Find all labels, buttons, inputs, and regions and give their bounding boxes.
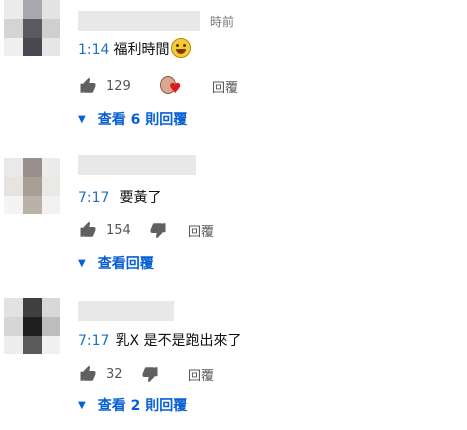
comment-actions: 32 回覆 [78,362,214,386]
comment-body: 要黃了 [119,190,162,206]
comment-author [78,152,206,178]
view-replies-label: 查看回覆 [97,256,154,272]
comment-author [78,298,184,324]
comment-actions: 154 回覆 [78,218,214,242]
author-name[interactable] [78,301,174,321]
comment-thread-3: 7:17 乳X 是不是跑出來了 32 回覆 ▼ 查看 2 則回覆 [0,290,467,430]
comment-text: 7:17 乳X 是不是跑出來了 [78,330,242,350]
caret-down-icon: ▼ [78,257,86,269]
author-name[interactable] [78,155,196,175]
caret-down-icon: ▼ [78,113,86,125]
like-count: 154 [106,222,131,238]
grinning-face-emoji [171,38,192,58]
view-replies-button[interactable]: ▼ 查看 6 則回覆 [78,108,187,130]
caret-down-icon: ▼ [78,399,86,411]
creator-heart-icon: ♥ [160,76,182,96]
view-replies-button[interactable]: ▼ 查看回覆 [78,252,154,274]
thumbs-up-icon[interactable] [78,220,98,240]
comment-body: 乳X 是不是跑出來了 [115,333,242,349]
thumbs-up-icon[interactable] [78,76,98,96]
comment-actions: 129 ♥ 回覆 [78,74,238,98]
comment-text: 1:14 福利時間 [78,38,192,59]
comment-body: 福利時間 [113,42,170,58]
thumbs-down-icon[interactable] [140,364,160,384]
comment-thread-2: 7:17 要黃了 154 回覆 ▼ 查看回覆 [0,150,467,290]
comment-text: 7:17 要黃了 [78,187,161,207]
like-count: 129 [106,78,131,94]
like-count: 32 [106,366,123,382]
comment-time[interactable]: 時前 [210,13,234,30]
timestamp-link[interactable]: 1:14 [78,42,109,58]
reply-button[interactable]: 回覆 [212,77,238,96]
reply-button[interactable]: 回覆 [188,365,214,384]
timestamp-link[interactable]: 7:17 [78,333,109,349]
thumbs-up-icon[interactable] [78,364,98,384]
view-replies-label: 查看 2 則回覆 [97,398,188,414]
comment-author: 時前 [78,8,234,34]
avatar[interactable] [4,298,60,354]
timestamp-link[interactable]: 7:17 [78,190,109,206]
comment-thread-1: 時前 1:14 福利時間 129 ♥ 回覆 ▼ 查看 6 則回覆 [0,0,467,140]
author-name[interactable] [78,11,200,31]
reply-button[interactable]: 回覆 [188,221,214,240]
view-replies-label: 查看 6 則回覆 [97,112,188,128]
avatar[interactable] [4,0,60,56]
thumbs-down-icon[interactable] [148,220,168,240]
avatar[interactable] [4,158,60,214]
view-replies-button[interactable]: ▼ 查看 2 則回覆 [78,394,187,416]
